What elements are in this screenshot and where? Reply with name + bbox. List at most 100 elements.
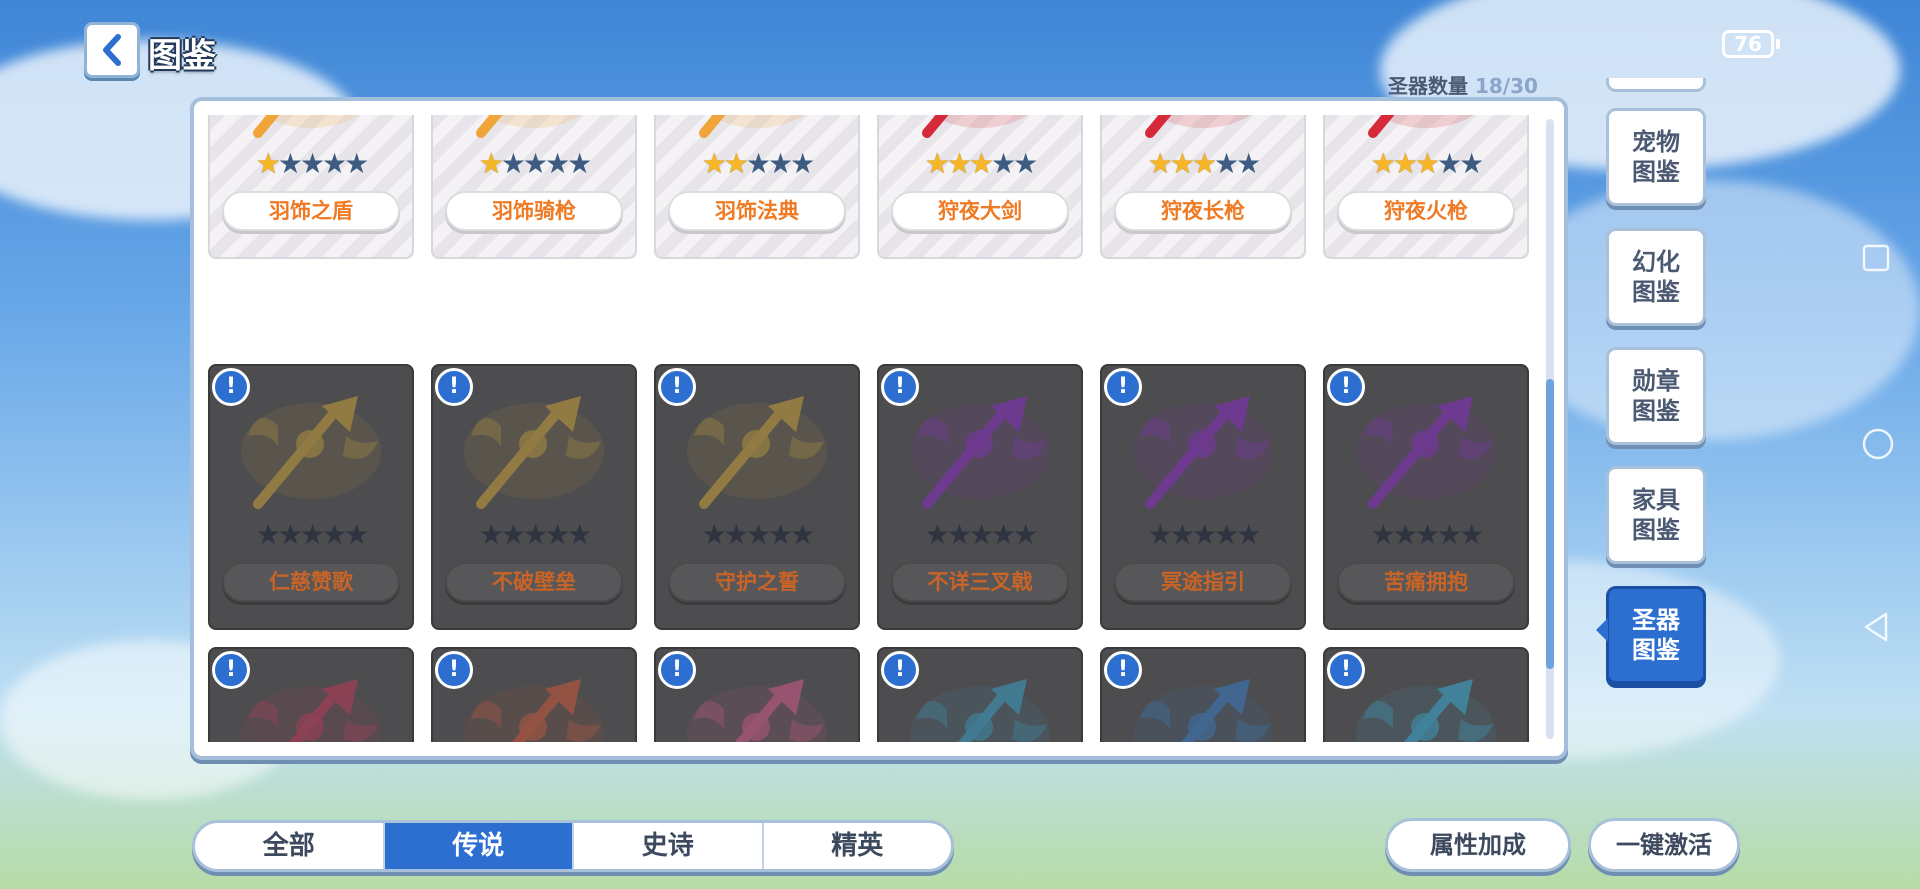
info-badge-icon[interactable]: !: [1327, 651, 1365, 689]
star-rating: ★★★★★: [1325, 147, 1527, 180]
rarity-tab[interactable]: 全部: [195, 823, 385, 869]
side-tab[interactable]: 宠物 图鉴: [1606, 108, 1706, 206]
star-icon: ★: [500, 518, 526, 551]
relic-card[interactable]: ★★★★★!: [877, 647, 1083, 742]
star-icon: ★: [790, 147, 815, 180]
star-icon: ★: [344, 147, 369, 180]
info-badge-icon[interactable]: !: [1327, 368, 1365, 406]
star-icon: ★: [478, 147, 504, 180]
info-badge-icon[interactable]: !: [881, 651, 919, 689]
star-icon: ★: [1236, 518, 1261, 551]
rarity-tab[interactable]: 史诗: [574, 823, 764, 869]
info-badge-icon[interactable]: !: [658, 368, 696, 406]
star-rating: ★★★★★: [879, 147, 1081, 180]
back-button[interactable]: [84, 22, 140, 78]
star-icon: ★: [946, 518, 972, 551]
relic-card[interactable]: ★★★★★!: [431, 647, 637, 742]
relic-card[interactable]: ★★★★★ 苦痛拥抱!: [1323, 364, 1529, 630]
relic-art-icon: [1145, 115, 1251, 138]
relic-card[interactable]: ★★★★★ 狩夜大剑: [877, 115, 1083, 259]
collection-count: 圣器数量 18/30: [1388, 70, 1538, 99]
star-rating: ★★★★★: [433, 147, 635, 180]
star-icon: ★: [1169, 147, 1195, 180]
star-icon: ★: [478, 518, 504, 551]
info-badge-icon[interactable]: !: [212, 368, 250, 406]
relic-card[interactable]: ★★★★★!: [208, 647, 414, 742]
back-nav-icon[interactable]: [1860, 610, 1894, 644]
star-icon: ★: [1370, 518, 1396, 551]
attribute-bonus-button[interactable]: 属性加成: [1385, 818, 1571, 872]
info-badge-icon[interactable]: !: [212, 651, 250, 689]
star-icon: ★: [968, 518, 994, 551]
relic-card[interactable]: ★★★★★ 不破壁垒!: [431, 364, 637, 630]
relic-card[interactable]: ★★★★★ 仁慈赞歌!: [208, 364, 414, 630]
star-icon: ★: [723, 518, 749, 551]
rarity-tab[interactable]: 精英: [764, 823, 952, 869]
star-rating: ★★★★★: [1325, 518, 1527, 551]
relic-card[interactable]: ★★★★★ 羽饰骑枪: [431, 115, 637, 259]
star-icon: ★: [545, 147, 570, 180]
relic-name: 不破壁垒: [445, 562, 623, 602]
rarity-tab[interactable]: 传说: [384, 823, 574, 869]
battery-icon: [1776, 39, 1780, 49]
scroll-thumb[interactable]: [1546, 379, 1554, 669]
star-icon: ★: [1459, 147, 1484, 180]
scrollbar[interactable]: [1546, 119, 1554, 739]
relic-art-icon: [1133, 396, 1273, 509]
activate-all-button[interactable]: 一键激活: [1588, 818, 1740, 872]
info-badge-icon[interactable]: !: [435, 651, 473, 689]
relic-name: 不详三叉戟: [891, 562, 1069, 602]
relic-card[interactable]: ★★★★★ 狩夜长枪: [1100, 115, 1306, 259]
relic-grid-viewport[interactable]: ★★★★★ 羽饰之盾 ★★★★★ 羽饰骑枪 ★★★★★ 羽饰法典 ★★★★★ 狩夜大剑 ★★★★…: [208, 115, 1538, 742]
star-icon: ★: [1214, 147, 1239, 180]
star-icon: ★: [946, 147, 972, 180]
star-icon: ★: [1191, 518, 1217, 551]
relic-card[interactable]: ★★★★★!: [1100, 647, 1306, 742]
star-rating: ★★★★★: [210, 147, 412, 180]
chevron-left-icon: [103, 34, 121, 66]
relic-name: 守护之誓: [668, 562, 846, 602]
relic-card[interactable]: ★★★★★!: [1323, 647, 1529, 742]
relic-art-icon: [1368, 115, 1474, 138]
info-badge-icon[interactable]: !: [658, 651, 696, 689]
info-badge-icon[interactable]: !: [881, 368, 919, 406]
home-icon[interactable]: [1860, 426, 1896, 462]
star-icon: ★: [1437, 147, 1462, 180]
info-badge-icon[interactable]: !: [435, 368, 473, 406]
recent-apps-icon[interactable]: [1860, 242, 1892, 274]
star-icon: ★: [522, 147, 548, 180]
star-icon: ★: [768, 147, 793, 180]
relic-card[interactable]: ★★★★★ 羽饰法典: [654, 115, 860, 259]
star-icon: ★: [991, 147, 1016, 180]
relic-art-icon: [464, 396, 604, 509]
relic-card[interactable]: ★★★★★ 狩夜火枪: [1323, 115, 1529, 259]
side-tab[interactable]: 圣器 图鉴: [1606, 586, 1706, 684]
relic-card[interactable]: ★★★★★ 不详三叉戟!: [877, 364, 1083, 630]
star-icon: ★: [522, 518, 548, 551]
info-badge-icon[interactable]: !: [1104, 651, 1142, 689]
collection-count-value: 18/30: [1474, 74, 1538, 98]
star-icon: ★: [1437, 518, 1462, 551]
relic-name: 冥途指引: [1114, 562, 1292, 602]
relic-card[interactable]: ★★★★★ 守护之誓!: [654, 364, 860, 630]
relic-panel: ★★★★★ 羽饰之盾 ★★★★★ 羽饰骑枪 ★★★★★ 羽饰法典 ★★★★★ 狩夜大剑 ★★★★…: [190, 97, 1568, 760]
star-icon: ★: [255, 147, 281, 180]
relic-art-icon: [1356, 396, 1496, 509]
relic-card[interactable]: ★★★★★ 冥途指引!: [1100, 364, 1306, 630]
star-icon: ★: [924, 147, 950, 180]
relic-card[interactable]: ★★★★★ 羽饰之盾: [208, 115, 414, 259]
star-icon: ★: [790, 518, 815, 551]
star-icon: ★: [344, 518, 369, 551]
side-tab[interactable]: 勋章 图鉴: [1606, 347, 1706, 445]
side-tab[interactable]: 家具 图鉴: [1606, 466, 1706, 564]
info-badge-icon[interactable]: !: [1104, 368, 1142, 406]
star-rating: ★★★★★: [656, 518, 858, 551]
star-icon: ★: [1414, 518, 1440, 551]
star-icon: ★: [991, 518, 1016, 551]
star-icon: ★: [545, 518, 570, 551]
side-tab[interactable]: 幻化 图鉴: [1606, 228, 1706, 326]
relic-name: 狩夜大剑: [891, 191, 1069, 231]
relic-card[interactable]: ★★★★★!: [654, 647, 860, 742]
star-icon: ★: [1370, 147, 1396, 180]
star-icon: ★: [924, 518, 950, 551]
